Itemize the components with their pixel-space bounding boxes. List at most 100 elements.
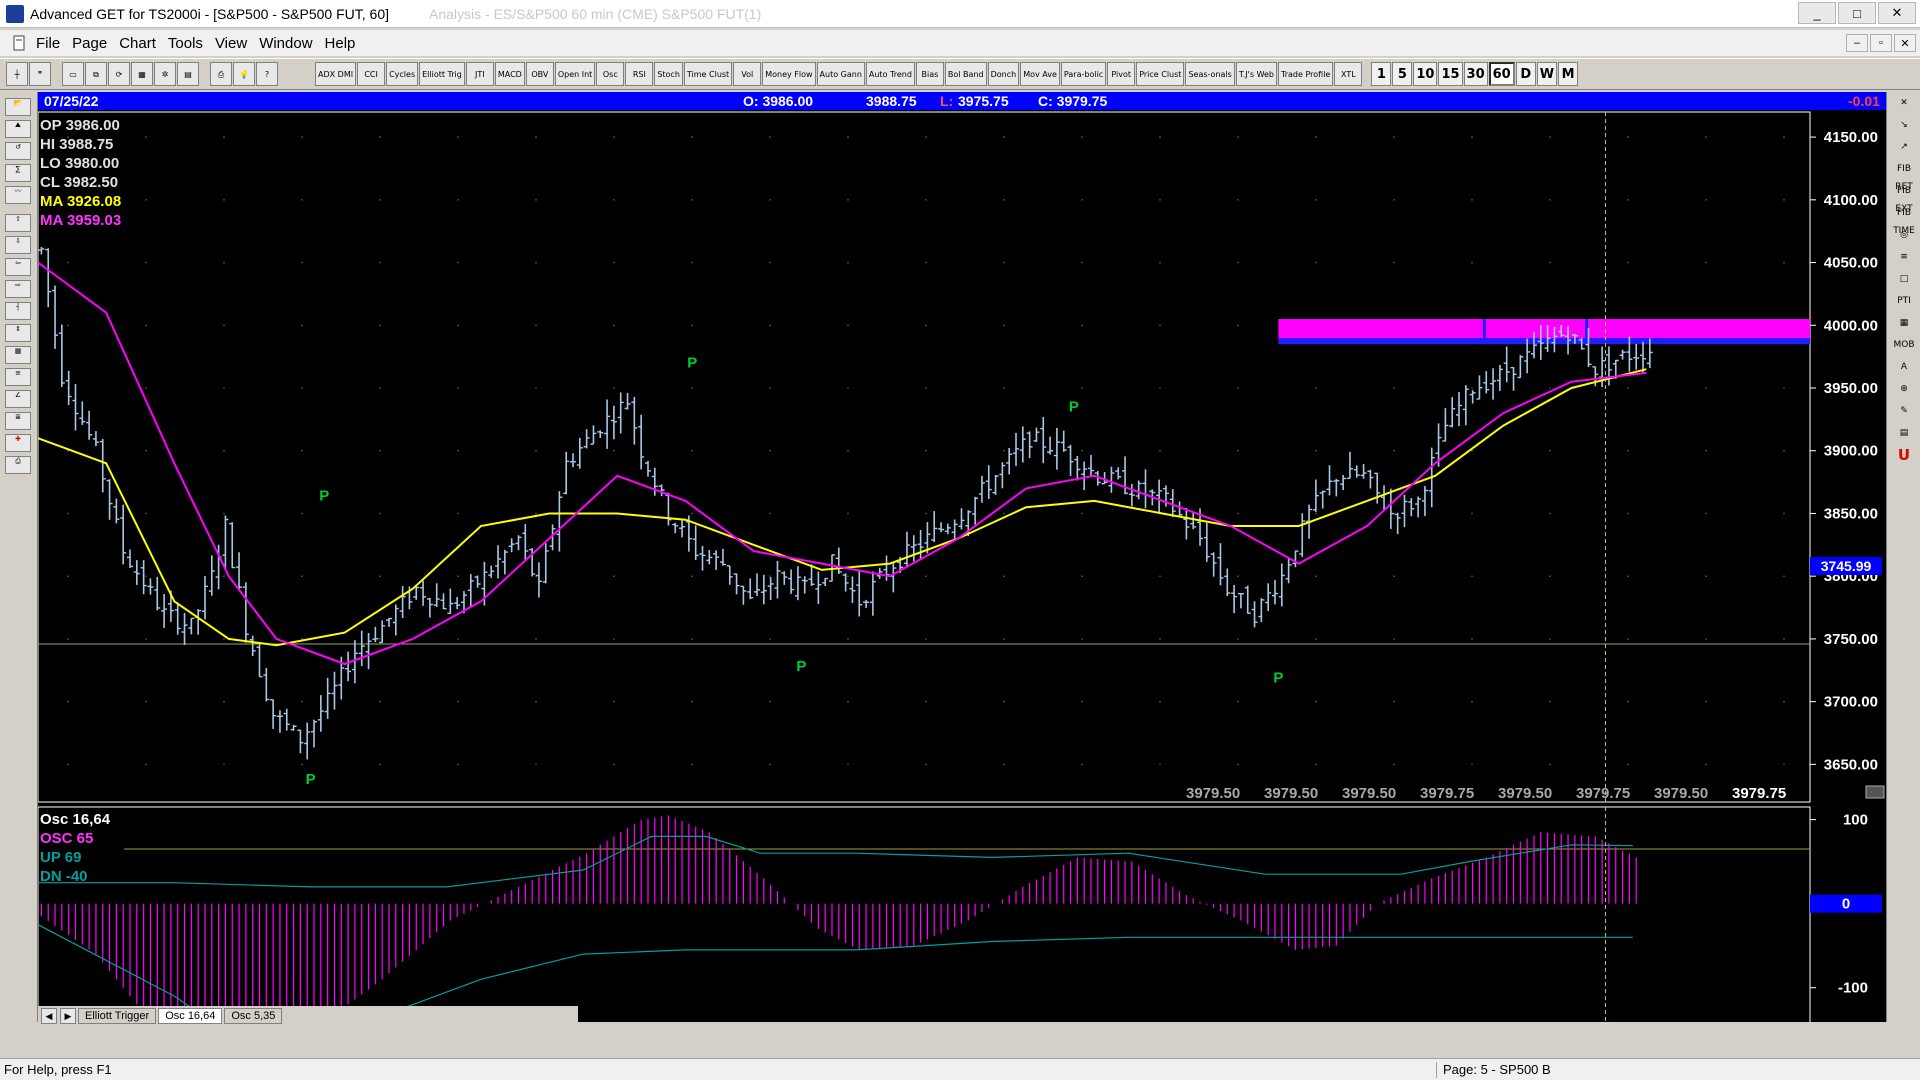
indicator-button-price-clust[interactable]: Price Clust	[1136, 62, 1185, 86]
tool-box-icon[interactable]: ▦	[5, 346, 31, 364]
study-tool-0-icon[interactable]: ✕	[1892, 94, 1916, 112]
layout-icon[interactable]: ▦	[131, 62, 153, 86]
study-tool-2-icon[interactable]: ↗	[1892, 138, 1916, 156]
period-button-10[interactable]: 10	[1413, 62, 1438, 86]
tool-up-icon[interactable]: ⇧	[5, 214, 31, 232]
indicator-button-osc[interactable]: Osc	[596, 62, 625, 86]
period-button-1[interactable]: 1	[1371, 62, 1392, 86]
help-pointer-icon[interactable]: ?	[256, 62, 278, 86]
tool-fib-ret-icon[interactable]: ≣	[5, 412, 31, 430]
study-tool-5-icon[interactable]: FIB TIME	[1892, 204, 1916, 236]
indicator-button-jti[interactable]: JTI	[465, 62, 494, 86]
indicator-button-elliott-trig[interactable]: Elliott Trig	[419, 62, 465, 86]
tab-elliott-trigger[interactable]: Elliott Trigger	[78, 1008, 157, 1024]
tool-fib-icon[interactable]: ⇕	[5, 324, 31, 342]
study-tool-3-icon[interactable]: FIB RET	[1892, 160, 1916, 192]
study-tool-15-icon[interactable]: ▤	[1892, 424, 1916, 442]
tool-lines-icon[interactable]: ≡	[5, 368, 31, 386]
indicator-button-vol[interactable]: Vol	[733, 62, 762, 86]
period-button-w[interactable]: W	[1536, 62, 1558, 86]
indicator-button-para-bolic[interactable]: Para-bolic	[1060, 62, 1107, 86]
chart-canvas[interactable]: 07/25/22 O: 3986.00 3988.75 L: 3975.75 C…	[37, 92, 1886, 1080]
indicator-button-open-int[interactable]: Open Int	[554, 62, 596, 86]
print-icon[interactable]: ⎙	[210, 62, 232, 86]
indicator-button-mov-ave[interactable]: Mov Ave	[1020, 62, 1060, 86]
period-button-m[interactable]: M	[1558, 62, 1579, 86]
indicator-button-adx-dmi[interactable]: ADX DMI	[315, 62, 357, 86]
indicator-button-seas-onals[interactable]: Seas-onals	[1185, 62, 1235, 86]
tool-reset-icon[interactable]: ↺	[5, 142, 31, 160]
tool-right-icon[interactable]: ⇨	[5, 280, 31, 298]
indicator-button-auto-trend[interactable]: Auto Trend	[865, 62, 915, 86]
indicator-button-obv[interactable]: OBV	[525, 62, 554, 86]
study-tool-9-icon[interactable]: PTI	[1892, 292, 1916, 310]
maximize-button[interactable]: □	[1838, 2, 1876, 24]
study-tool-7-icon[interactable]: ≡	[1892, 248, 1916, 266]
tool-cursor-icon[interactable]: ⛰	[5, 120, 31, 138]
study-tool-16-icon[interactable]: U	[1892, 446, 1916, 464]
study-tool-13-icon[interactable]: ⊕	[1892, 380, 1916, 398]
tool-gann-fan-icon[interactable]: ∠	[5, 390, 31, 408]
study-tool-4-icon[interactable]: FIB EXT	[1892, 182, 1916, 214]
indicator-button-bias[interactable]: Bias	[915, 62, 944, 86]
period-button-d[interactable]: D	[1515, 62, 1536, 86]
menu-chart[interactable]: Chart	[119, 35, 168, 52]
copy-icon[interactable]: ⧉	[85, 62, 107, 86]
tab-scroll-left[interactable]: ◀	[41, 1008, 57, 1024]
chart-area[interactable]: 07/25/22 O: 3986.00 3988.75 L: 3975.75 C…	[37, 92, 1886, 1080]
period-button-15[interactable]: 15	[1438, 62, 1463, 86]
period-button-60[interactable]: 60	[1488, 62, 1515, 86]
refresh-icon[interactable]: ⟳	[108, 62, 130, 86]
close-button[interactable]: ✕	[1878, 2, 1916, 24]
indicator-button-cycles[interactable]: Cycles	[386, 62, 419, 86]
study-tool-10-icon[interactable]: ▦	[1892, 314, 1916, 332]
tool-print-icon[interactable]: ⎙	[5, 456, 31, 474]
indicator-button-bol-band[interactable]: Bol Band	[944, 62, 987, 86]
tools-icon[interactable]: ✲	[154, 62, 176, 86]
menu-page[interactable]: Page	[72, 35, 119, 52]
indicator-button-t-j-s-web[interactable]: T.J's Web	[1235, 62, 1278, 86]
study-tool-14-icon[interactable]: ✎	[1892, 402, 1916, 420]
tool-cross-icon[interactable]: ✚	[5, 434, 31, 452]
child-restore-button[interactable]: ▫	[1870, 34, 1892, 52]
indicator-button-trade-profile[interactable]: Trade Profile	[1278, 62, 1334, 86]
pin-icon[interactable]: ┼	[6, 62, 28, 86]
tab-scroll-right[interactable]: ▶	[60, 1008, 76, 1024]
period-button-30[interactable]: 30	[1463, 62, 1488, 86]
indicator-button-rsi[interactable]: RSI	[625, 62, 654, 86]
indicator-button-donch[interactable]: Donch	[987, 62, 1020, 86]
tab-osc-5-35[interactable]: Osc 5,35	[224, 1008, 283, 1024]
menu-view[interactable]: View	[215, 35, 259, 52]
study-tool-8-icon[interactable]: □	[1892, 270, 1916, 288]
menu-help[interactable]: Help	[325, 35, 368, 52]
menu-file[interactable]: File	[36, 35, 72, 52]
indicator-button-stoch[interactable]: Stoch	[654, 62, 683, 86]
indicator-button-money-flow[interactable]: Money Flow	[762, 62, 816, 86]
minimize-button[interactable]: _	[1798, 2, 1836, 24]
tool-study-icon[interactable]: ∑	[5, 164, 31, 182]
indicator-button-cci[interactable]: CCI	[357, 62, 386, 86]
study-tool-6-icon[interactable]: ◎	[1892, 226, 1916, 244]
child-minimize-button[interactable]: –	[1846, 34, 1868, 52]
indicator-button-pivot[interactable]: Pivot	[1107, 62, 1136, 86]
study-tool-12-icon[interactable]: A	[1892, 358, 1916, 376]
indicator-button-macd[interactable]: MACD	[494, 62, 525, 86]
period-button-5[interactable]: 5	[1392, 62, 1413, 86]
tool-left-icon[interactable]: ⇦	[5, 258, 31, 276]
tool-gann-icon[interactable]: ┤	[5, 302, 31, 320]
tool-open-icon[interactable]: 📂	[5, 98, 31, 116]
quote-icon[interactable]: ❞	[29, 62, 51, 86]
indicator-button-xtl[interactable]: XTL	[1334, 62, 1363, 86]
child-close-button[interactable]: ✕	[1894, 34, 1916, 52]
study-tool-11-icon[interactable]: MOB	[1892, 336, 1916, 354]
tab-osc-16-64[interactable]: Osc 16,64	[158, 1008, 223, 1024]
tool-down-icon[interactable]: ⇩	[5, 236, 31, 254]
tool-elliott-icon[interactable]: 〰	[5, 186, 31, 204]
new-page-icon[interactable]: ▭	[62, 62, 84, 86]
menu-tools[interactable]: Tools	[168, 35, 215, 52]
menu-window[interactable]: Window	[259, 35, 324, 52]
lightbulb-icon[interactable]: 💡	[233, 62, 255, 86]
grid-icon[interactable]: ▤	[177, 62, 199, 86]
indicator-button-auto-gann[interactable]: Auto Gann	[816, 62, 865, 86]
indicator-button-time-clust[interactable]: Time Clust	[683, 62, 733, 86]
